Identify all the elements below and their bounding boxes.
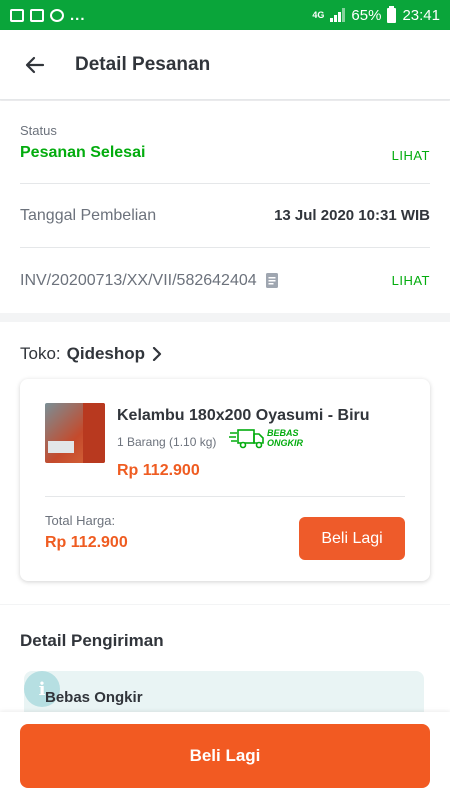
status-bar-left: ... xyxy=(10,7,86,24)
purchase-date-label: Tanggal Pembelian xyxy=(20,206,157,224)
page-title: Detail Pesanan xyxy=(75,53,211,75)
copy-icon[interactable] xyxy=(265,272,279,289)
instagram-notification-icon xyxy=(30,8,44,22)
shop-section: Toko: Qideshop Kelambu 180x200 Oyasumi -… xyxy=(0,322,450,604)
shop-prefix: Toko: xyxy=(20,344,61,363)
product-quantity: 1 Barang (1.10 kg) xyxy=(117,435,217,449)
bebas-ongkir-badge: BEBAS ONGKIR xyxy=(229,427,303,449)
battery-percent: 65% xyxy=(351,6,382,24)
shipping-info-text: Bebas Ongkir xyxy=(45,689,143,706)
product-card[interactable]: Kelambu 180x200 Oyasumi - Biru 1 Barang … xyxy=(20,379,430,581)
invoice: INV/20200713/XX/VII/582642404 xyxy=(20,272,279,290)
status-bar-right: 4G 65% 23:41 xyxy=(312,5,440,24)
status-row: Status Pesanan Selesai LIHAT xyxy=(20,101,430,184)
bebas-ongkir-text: BEBAS ONGKIR xyxy=(267,428,303,448)
bottom-action-bar: Beli Lagi xyxy=(0,712,450,800)
arrow-left-icon xyxy=(25,56,45,73)
purchase-date-row: Tanggal Pembelian 13 Jul 2020 10:31 WIB xyxy=(20,184,430,248)
shipping-title: Detail Pengiriman xyxy=(20,631,164,650)
signal-icon xyxy=(330,8,346,22)
bebas-ongkir-line1: BEBAS xyxy=(267,428,299,438)
shop-link[interactable]: Toko: Qideshop xyxy=(20,344,163,364)
clock: 23:41 xyxy=(402,6,440,24)
bebas-ongkir-line2: ONGKIR xyxy=(267,438,303,448)
chevron-right-icon xyxy=(152,347,162,361)
buy-again-button[interactable]: Beli Lagi xyxy=(299,517,405,560)
invoice-row: INV/20200713/XX/VII/582642404 LIHAT xyxy=(20,248,430,313)
more-notifications: ... xyxy=(70,6,86,24)
product-name: Kelambu 180x200 Oyasumi - Biru xyxy=(117,407,370,424)
purchase-date-value: 13 Jul 2020 10:31 WIB xyxy=(274,207,430,224)
delivery-truck-icon xyxy=(229,429,264,449)
buy-again-primary-button[interactable]: Beli Lagi xyxy=(20,724,430,788)
status-lihat-link[interactable]: LIHAT xyxy=(392,148,430,163)
product-image xyxy=(45,403,105,463)
invoice-number: INV/20200713/XX/VII/582642404 xyxy=(20,271,257,289)
invoice-lihat-link[interactable]: LIHAT xyxy=(392,273,430,288)
app-bar: Detail Pesanan xyxy=(0,30,450,100)
product-price: Rp 112.900 xyxy=(117,462,200,479)
product-divider xyxy=(45,496,405,497)
status-bar: ... 4G 65% 23:41 xyxy=(0,0,450,30)
shop-name: Qideshop xyxy=(66,344,146,363)
status-label: Status xyxy=(20,123,57,138)
total-value: Rp 112.900 xyxy=(45,534,128,551)
app-notification-icon xyxy=(50,8,64,22)
status-value: Pesanan Selesai xyxy=(20,144,146,161)
gallery-notification-icon xyxy=(10,8,24,22)
total-label: Total Harga: xyxy=(45,513,116,528)
order-summary-card: Status Pesanan Selesai LIHAT Tanggal Pem… xyxy=(0,101,450,313)
back-button[interactable] xyxy=(0,30,70,100)
network-type: 4G xyxy=(312,9,325,20)
battery-icon xyxy=(387,5,397,23)
